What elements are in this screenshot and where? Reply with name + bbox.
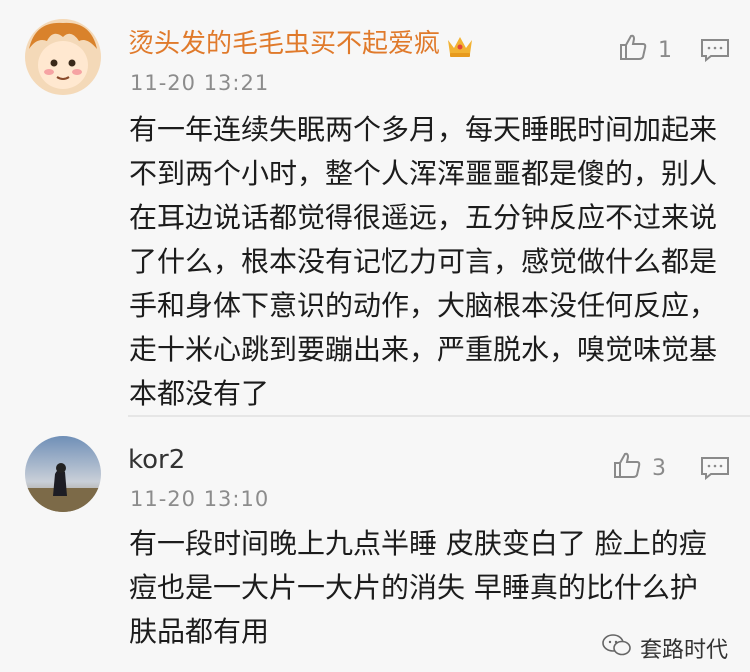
- like-thumb-icon: [618, 32, 648, 68]
- reply-icon[interactable]: [700, 456, 730, 481]
- like-button[interactable]: 1: [618, 32, 672, 68]
- like-thumb-icon: [612, 450, 642, 486]
- watermark-text: 套路时代: [639, 638, 728, 663]
- username[interactable]: 烫头发的毛毛虫买不起爱疯: [128, 28, 474, 66]
- comment-time: 11-20 13:10: [130, 487, 270, 511]
- reply-icon[interactable]: [700, 38, 730, 63]
- avatar[interactable]: [25, 19, 101, 95]
- username[interactable]: kor2: [128, 444, 185, 476]
- like-button[interactable]: 3: [612, 450, 666, 486]
- divider: [128, 415, 750, 417]
- crown-icon: [446, 34, 474, 66]
- comment-time: 11-20 13:21: [130, 71, 270, 95]
- username-text[interactable]: 烫头发的毛毛虫买不起爱疯: [128, 29, 440, 59]
- like-count: 1: [658, 37, 672, 63]
- wechat-icon: [602, 633, 632, 663]
- comment-text: 有一年连续失眠两个多月，每天睡眠时间加起来不到两个小时，整个人浑浑噩噩都是傻的，…: [129, 113, 718, 410]
- comment-item: 烫头发的毛毛虫买不起爱疯 11-20 13:21 1 有一年连续失眠两个多月，每…: [0, 0, 750, 415]
- watermark: 套路时代: [602, 632, 728, 664]
- like-count: 3: [652, 455, 666, 481]
- avatar[interactable]: [25, 436, 101, 512]
